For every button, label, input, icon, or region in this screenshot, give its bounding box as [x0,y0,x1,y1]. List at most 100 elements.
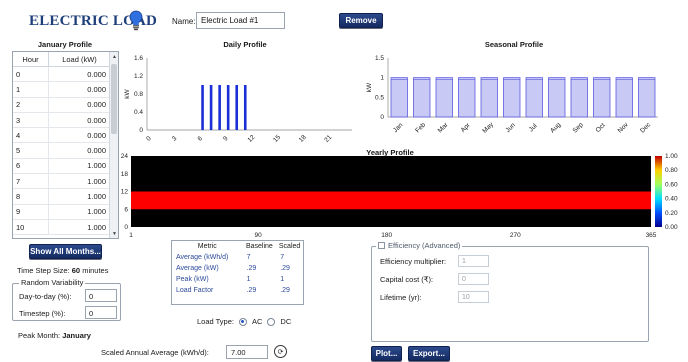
load-cell[interactable]: 1.000 [49,159,110,173]
table-row[interactable]: 1 0.000 [13,82,118,98]
metric-name: Load Factor [176,287,214,294]
x-tick-label: 3 [171,135,179,143]
metrics-row: Load Factor .29 .29 [172,285,303,296]
table-row[interactable]: 5 0.000 [13,143,118,159]
peak-month-label: Peak Month: [18,331,61,340]
seasonal-profile-chart: 0 0.5 1 1.5 kW Jan Feb Mar Apr May Jun Jul Aug Sep Oct… [366,55,658,135]
metrics-table: Metric Baseline Scaled Average (kWh/d) 7 7… [171,240,304,305]
load-name-input[interactable]: Electric Load #1 [196,12,285,29]
scaled-annual-average-label: Scaled Annual Average (kWh/d): [101,348,209,357]
seasonal-box [548,77,566,118]
load-cell[interactable]: 0.000 [49,82,110,96]
x-tick-label: Apr [460,121,473,134]
metrics-header-scaled: Scaled [278,243,301,250]
y-tick-label: 0.5 [375,94,384,101]
load-cell[interactable]: 1.000 [49,205,110,219]
lifetime-input[interactable]: 10 [458,291,489,303]
x-tick-label: Dec [639,121,653,135]
ac-radio-label[interactable]: AC [252,317,262,326]
load-cell[interactable]: 0.000 [49,113,110,127]
day-to-day-input[interactable]: 0 [85,289,117,302]
load-cell[interactable]: 1.000 [49,174,110,188]
efficiency-legend: Efficiency (Advanced) [376,241,463,250]
random-variability-legend: Random Variability [19,278,86,287]
ac-radio[interactable] [238,317,247,326]
show-all-months-button[interactable]: Show All Months... [29,244,102,259]
table-row[interactable]: 7 1.000 [13,174,118,190]
load-cell[interactable]: 1.000 [49,220,110,234]
hour-cell: 2 [13,97,49,112]
timestep-variability-input[interactable]: 0 [85,306,117,319]
dc-radio-label[interactable]: DC [280,317,291,326]
metrics-row: Average (kWh/d) 7 7 [172,252,303,263]
x-tick-label: 180 [381,232,392,239]
efficiency-multiplier-label: Efficiency multiplier: [380,257,447,266]
time-step-label: Time Step Size: [17,266,70,275]
scaled-annual-average-input[interactable]: 7.00 [226,345,268,359]
load-cell[interactable]: 0.000 [49,143,110,157]
seasonal-box [638,77,656,118]
y-axis-label: kW [366,82,373,92]
x-tick-label: Nov [617,121,631,135]
column-header-hour: Hour [13,52,49,66]
table-row[interactable]: 8 1.000 [13,189,118,205]
table-row[interactable]: 6 1.000 [13,158,118,175]
plot-button[interactable]: Plot... [371,346,402,361]
hour-cell: 6 [13,158,49,174]
dc-radio[interactable] [267,317,276,326]
table-row[interactable]: 2 0.000 [13,97,118,113]
scroll-up-arrow-icon[interactable]: ▲ [110,52,118,61]
hour-cell: 10 [13,219,49,235]
seasonal-box [458,77,476,118]
colorbar-tick-label: 0.20 [665,210,678,217]
time-step-size: Time Step Size: 60 minutes [17,266,108,275]
table-row[interactable]: 4 0.000 [13,128,118,144]
x-tick-label: 270 [510,232,521,239]
y-tick-label: 6 [124,206,128,213]
y-tick-label: 0 [124,224,128,231]
load-cell[interactable]: 0.000 [49,128,110,142]
metric-scaled: 1 [280,276,285,283]
metrics-row: Average (kW) .29 .29 [172,263,303,274]
seasonal-box [525,77,543,118]
load-cell[interactable]: 1.000 [49,189,110,203]
y-tick-label: 1 [380,75,384,82]
x-tick-label: Jul [528,122,539,133]
efficiency-group: Efficiency (Advanced) Efficiency multipl… [371,241,649,342]
yearly-profile-heatmap: 0 6 12 18 24 1 90 180 270 365 0.00 0.20 0.40 0.60 0.80… [121,153,678,239]
hourly-load-table[interactable]: Hour Load (kW) 0 0.000 1 0.000 2 0.000 3 0.000 4… [12,51,119,239]
load-type-label: Load Type: [197,317,234,326]
scroll-thumb[interactable] [111,64,117,134]
colorbar [655,156,662,227]
efficiency-legend-label[interactable]: Efficiency (Advanced) [388,241,460,250]
efficiency-multiplier-input[interactable]: 1 [458,255,489,267]
table-row[interactable]: 9 1.000 [13,204,118,220]
seasonal-box [503,77,521,118]
colorbar-tick-label: 0.00 [665,224,678,231]
daily-bar [243,85,247,130]
time-step-unit: minutes [82,266,109,275]
seasonal-box [390,77,408,118]
y-tick-label: 12 [121,189,129,196]
daily-bar [235,85,239,130]
random-variability-group: Random Variability Day-to-day (%): 0 Tim… [12,278,121,321]
hour-cell: 4 [13,128,49,143]
table-row[interactable]: 0 0.000 [13,67,118,83]
table-row[interactable]: 3 0.000 [13,112,118,129]
y-tick-label: 24 [121,153,129,160]
colorbar-tick-label: 0.80 [665,167,678,174]
capital-cost-input[interactable]: 0 [458,273,489,285]
export-button[interactable]: Export... [408,346,450,361]
name-label: Name: [172,17,196,26]
efficiency-checkbox[interactable] [378,242,385,249]
y-tick-label: 0.4 [134,109,143,116]
x-tick-label: 9 [222,135,230,143]
load-cell[interactable]: 0.000 [49,67,110,81]
table-row[interactable]: 10 1.000 [13,219,118,236]
x-tick-label: May [481,121,495,135]
refresh-icon[interactable]: ⟳ [274,345,287,358]
remove-button[interactable]: Remove [339,13,383,28]
hour-cell: 1 [13,82,49,97]
metric-scaled: .29 [280,265,290,272]
load-cell[interactable]: 0.000 [49,98,110,112]
